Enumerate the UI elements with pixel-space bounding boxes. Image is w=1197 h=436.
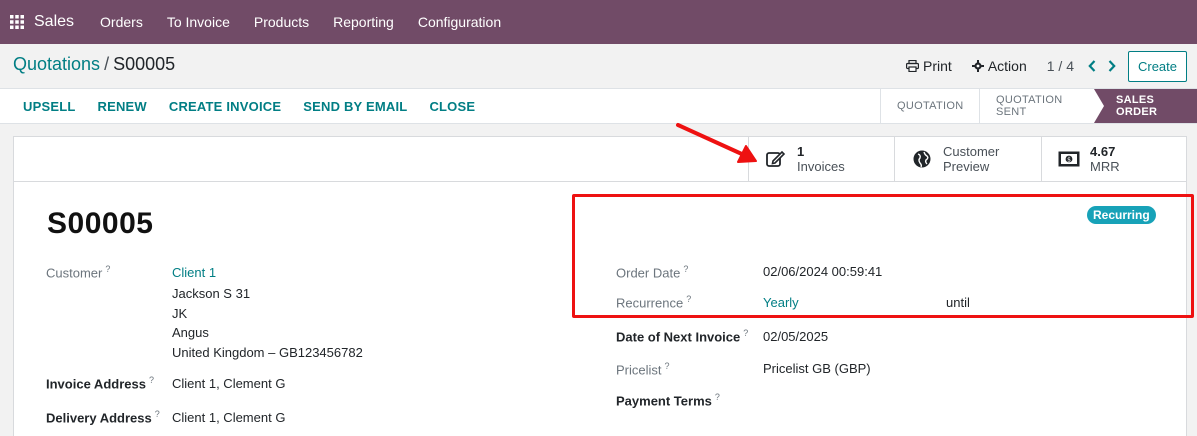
- money-icon: $: [1058, 148, 1080, 170]
- invoice-address-label: Invoice Address?: [46, 375, 154, 392]
- globe-icon: [911, 148, 933, 170]
- help-icon: ?: [743, 328, 749, 338]
- stage-quotation-label: QUOTATION: [897, 100, 964, 112]
- stage-sales-order-label: SALES ORDER: [1116, 94, 1158, 118]
- address-line: JK: [172, 306, 188, 321]
- renew-button[interactable]: RENEW: [86, 99, 157, 114]
- control-panel-actions: Print Action 1 / 4 Create: [906, 50, 1187, 82]
- create-invoice-button[interactable]: CREATE INVOICE: [158, 99, 292, 114]
- pricelist-value[interactable]: Pricelist GB (GBP): [763, 361, 871, 376]
- create-button[interactable]: Create: [1128, 50, 1187, 82]
- invoices-smart-button[interactable]: 1 Invoices: [748, 137, 894, 181]
- customer-preview-smart-button[interactable]: Customer Preview: [894, 137, 1041, 181]
- send-by-email-button[interactable]: SEND BY EMAIL: [292, 99, 418, 114]
- invoices-label: Invoices: [797, 159, 845, 174]
- invoice-address-value[interactable]: Client 1, Clement G: [172, 376, 285, 391]
- customer-value[interactable]: Client 1: [172, 265, 216, 280]
- nav-configuration[interactable]: Configuration: [406, 14, 513, 30]
- help-icon: ?: [105, 264, 111, 274]
- nav-orders[interactable]: Orders: [88, 14, 155, 30]
- action-label: Action: [987, 58, 1027, 74]
- status-bar: UPSELL RENEW CREATE INVOICE SEND BY EMAI…: [0, 88, 1197, 124]
- breadcrumb-quotations[interactable]: Quotations: [13, 54, 100, 74]
- nav-to-invoice[interactable]: To Invoice: [155, 14, 242, 30]
- pager-previous-icon[interactable]: [1088, 60, 1096, 72]
- stage-quotation-sent[interactable]: QUOTATION SENT: [979, 89, 1094, 123]
- address-line: United Kingdom – GB123456782: [172, 345, 363, 360]
- mrr-smart-button[interactable]: $ 4.67 MRR: [1041, 137, 1186, 181]
- address-line: Jackson S 31: [172, 286, 251, 301]
- customer-preview-line1: Customer: [943, 144, 1000, 159]
- stage-pipeline: QUOTATION QUOTATION SENT SALES ORDER: [880, 89, 1197, 123]
- help-icon: ?: [664, 361, 670, 371]
- smart-button-box: 1 Invoices Customer Preview $ 4.67 MRR: [14, 137, 1186, 182]
- print-button[interactable]: Print: [906, 58, 952, 74]
- delivery-address-value[interactable]: Client 1, Clement G: [172, 410, 285, 425]
- edit-icon: [765, 148, 787, 170]
- pager-value[interactable]: 1 / 4: [1047, 58, 1074, 74]
- help-icon: ?: [154, 409, 160, 419]
- gear-icon: [971, 60, 984, 72]
- stage-sales-order[interactable]: SALES ORDER: [1094, 89, 1197, 123]
- breadcrumb-current: S00005: [113, 54, 176, 74]
- customer-label: Customer?: [46, 264, 111, 281]
- help-icon: ?: [148, 375, 154, 385]
- nav-reporting[interactable]: Reporting: [321, 14, 406, 30]
- close-button[interactable]: CLOSE: [418, 99, 486, 114]
- upsell-button[interactable]: UPSELL: [12, 99, 86, 114]
- svg-text:$: $: [1067, 156, 1071, 163]
- help-icon: ?: [714, 392, 720, 402]
- stage-quotation[interactable]: QUOTATION: [880, 89, 979, 123]
- next-invoice-value[interactable]: 02/05/2025: [763, 329, 828, 344]
- stage-arrow-icon: [1094, 89, 1104, 123]
- mrr-value: 4.67: [1090, 144, 1116, 159]
- apps-menu-icon[interactable]: [0, 0, 34, 44]
- breadcrumb-separator: /: [104, 54, 110, 74]
- header-action-buttons: UPSELL RENEW CREATE INVOICE SEND BY EMAI…: [12, 89, 486, 123]
- payment-terms-label: Payment Terms?: [616, 392, 720, 409]
- breadcrumb: Quotations / S00005: [13, 54, 175, 75]
- nav-products[interactable]: Products: [242, 14, 321, 30]
- customer-preview-line2: Preview: [943, 159, 990, 174]
- mrr-label: MRR: [1090, 159, 1120, 174]
- record-title: S00005: [47, 207, 154, 240]
- highlight-box: [572, 194, 1194, 318]
- action-button[interactable]: Action: [971, 58, 1027, 74]
- delivery-address-label: Delivery Address?: [46, 409, 160, 426]
- stage-quotation-sent-label: QUOTATION SENT: [996, 94, 1063, 118]
- top-navbar: Sales Orders To Invoice Products Reporti…: [0, 0, 1197, 44]
- next-invoice-label: Date of Next Invoice?: [616, 328, 749, 345]
- address-line: Angus: [172, 325, 209, 340]
- invoices-count: 1: [797, 144, 805, 159]
- print-label: Print: [923, 58, 952, 74]
- print-icon: [906, 60, 920, 72]
- app-brand[interactable]: Sales: [34, 13, 74, 31]
- pager-next-icon[interactable]: [1108, 60, 1116, 72]
- pricelist-label: Pricelist?: [616, 361, 670, 378]
